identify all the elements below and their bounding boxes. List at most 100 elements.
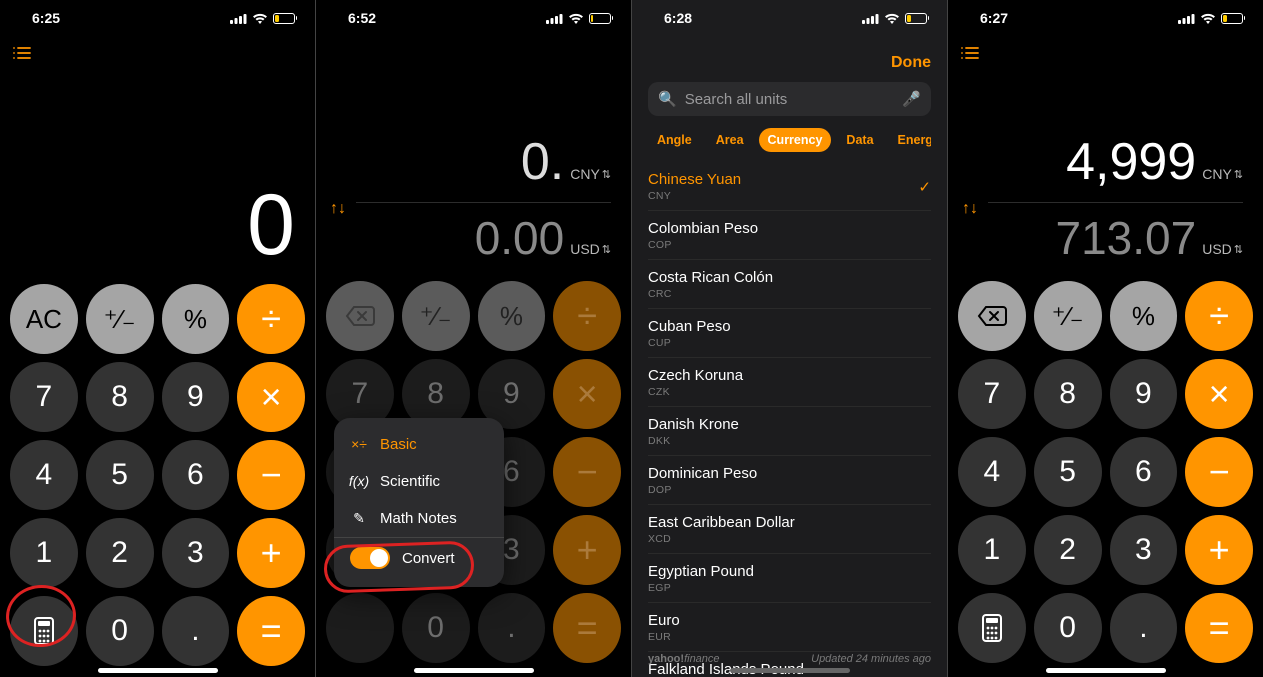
key-delete[interactable] <box>326 281 394 351</box>
key-mode-switch[interactable] <box>10 596 78 666</box>
menu-item-scientific[interactable]: f(x)Scientific <box>334 463 504 500</box>
key-percent[interactable]: % <box>478 281 546 351</box>
key-multiply[interactable]: × <box>1185 359 1253 429</box>
key-divide[interactable]: ÷ <box>237 284 305 354</box>
key-mode-switch[interactable] <box>326 593 394 663</box>
key-ac[interactable]: AC <box>10 284 78 354</box>
menu-item-convert[interactable]: Convert <box>334 537 504 579</box>
unit-row[interactable]: East Caribbean DollarXCD <box>648 505 931 554</box>
key-3[interactable]: 3 <box>1110 515 1178 585</box>
unit-row[interactable]: EuroEUR <box>648 603 931 652</box>
keypad: ⁺∕₋ % ÷ 7 8 9 × 4 5 6 − 1 2 3 + 0 . = <box>948 275 1263 673</box>
unit-row[interactable]: Cuban PesoCUP <box>648 309 931 358</box>
key-4[interactable]: 4 <box>958 437 1026 507</box>
key-multiply[interactable]: × <box>237 362 305 432</box>
key-6[interactable]: 6 <box>1110 437 1178 507</box>
primary-value[interactable]: 0. <box>521 132 564 192</box>
secondary-currency-picker[interactable]: USD⇅ <box>1202 241 1243 257</box>
secondary-value[interactable]: 0.00 <box>475 211 565 265</box>
key-plus[interactable]: + <box>553 515 621 585</box>
key-plus[interactable]: + <box>1185 515 1253 585</box>
primary-value[interactable]: 4,999 <box>1066 132 1196 192</box>
secondary-currency-picker[interactable]: USD⇅ <box>570 241 611 257</box>
category-area[interactable]: Area <box>707 128 753 152</box>
key-equals[interactable]: = <box>1185 593 1253 663</box>
unit-code: CRC <box>648 288 773 300</box>
key-divide[interactable]: ÷ <box>1185 281 1253 351</box>
done-button[interactable]: Done <box>648 54 931 82</box>
key-9[interactable]: 9 <box>162 362 230 432</box>
unit-row[interactable]: Dominican PesoDOP <box>648 456 931 505</box>
key-percent[interactable]: % <box>1110 281 1178 351</box>
search-field[interactable]: 🔍 Search all units 🎤 <box>648 82 931 116</box>
key-minus[interactable]: − <box>1185 437 1253 507</box>
menu-item-basic[interactable]: ×÷Basic <box>334 426 504 463</box>
key-0[interactable]: 0 <box>402 593 470 663</box>
category-angle[interactable]: Angle <box>648 128 701 152</box>
category-energy[interactable]: Energy <box>889 128 931 152</box>
key-0[interactable]: 0 <box>86 596 154 666</box>
key-5[interactable]: 5 <box>86 440 154 510</box>
unit-name: Colombian Peso <box>648 220 758 237</box>
primary-currency-picker[interactable]: CNY⇅ <box>1202 166 1243 182</box>
chevron-updown-icon: ⇅ <box>1234 168 1243 181</box>
unit-row[interactable]: Colombian PesoCOP <box>648 211 931 260</box>
key-9[interactable]: 9 <box>1110 359 1178 429</box>
key-decimal[interactable]: . <box>162 596 230 666</box>
unit-picker-screen: 6:28 13 Done 🔍 Search all units 🎤 AngleA… <box>632 0 947 677</box>
key-1[interactable]: 1 <box>958 515 1026 585</box>
key-7[interactable]: 7 <box>958 359 1026 429</box>
unit-row[interactable]: Costa Rican ColónCRC <box>648 260 931 309</box>
key-minus[interactable]: − <box>553 437 621 507</box>
calculator-menu-screen: 6:52 9 0. CNY⇅ ↑↓ 0.00 USD⇅ ⁺∕₋ % ÷ 7 8 … <box>316 0 631 677</box>
key-plus-minus[interactable]: ⁺∕₋ <box>1034 281 1102 351</box>
unit-list[interactable]: Chinese YuanCNY✓Colombian PesoCOPCosta R… <box>632 162 947 677</box>
history-list-button[interactable] <box>12 46 32 60</box>
key-6[interactable]: 6 <box>162 440 230 510</box>
home-indicator[interactable] <box>414 668 534 673</box>
key-divide[interactable]: ÷ <box>553 281 621 351</box>
swap-icon[interactable]: ↑↓ <box>330 200 346 218</box>
key-5[interactable]: 5 <box>1034 437 1102 507</box>
key-equals[interactable]: = <box>237 596 305 666</box>
unit-row[interactable]: Chinese YuanCNY✓ <box>648 162 931 211</box>
unit-code: EGP <box>648 582 754 594</box>
category-data[interactable]: Data <box>837 128 882 152</box>
fx-icon: f(x) <box>350 473 368 489</box>
key-1[interactable]: 1 <box>10 518 78 588</box>
home-indicator[interactable] <box>98 668 218 673</box>
swap-icon[interactable]: ↑↓ <box>962 200 978 218</box>
key-8[interactable]: 8 <box>1034 359 1102 429</box>
key-0[interactable]: 0 <box>1034 593 1102 663</box>
key-7[interactable]: 7 <box>10 362 78 432</box>
key-2[interactable]: 2 <box>86 518 154 588</box>
key-multiply[interactable]: × <box>553 359 621 429</box>
key-decimal[interactable]: . <box>1110 593 1178 663</box>
key-delete[interactable] <box>958 281 1026 351</box>
key-mode-switch[interactable] <box>958 593 1026 663</box>
history-list-button[interactable] <box>960 46 980 60</box>
key-plus-minus[interactable]: ⁺∕₋ <box>86 284 154 354</box>
key-3[interactable]: 3 <box>162 518 230 588</box>
home-indicator[interactable] <box>1046 668 1166 673</box>
secondary-value[interactable]: 713.07 <box>1056 211 1197 265</box>
convert-toggle[interactable] <box>350 547 390 569</box>
key-4[interactable]: 4 <box>10 440 78 510</box>
key-plus[interactable]: + <box>237 518 305 588</box>
unit-row[interactable]: Czech KorunaCZK <box>648 358 931 407</box>
key-8[interactable]: 8 <box>86 362 154 432</box>
cellular-icon <box>230 13 247 24</box>
unit-row[interactable]: Egyptian PoundEGP <box>648 554 931 603</box>
unit-row[interactable]: Danish KroneDKK <box>648 407 931 456</box>
key-equals[interactable]: = <box>553 593 621 663</box>
key-plus-minus[interactable]: ⁺∕₋ <box>402 281 470 351</box>
home-indicator[interactable] <box>730 668 850 673</box>
key-percent[interactable]: % <box>162 284 230 354</box>
key-decimal[interactable]: . <box>478 593 546 663</box>
key-2[interactable]: 2 <box>1034 515 1102 585</box>
primary-currency-picker[interactable]: CNY⇅ <box>570 166 611 182</box>
mic-icon[interactable]: 🎤 <box>902 90 921 108</box>
category-currency[interactable]: Currency <box>759 128 832 152</box>
key-minus[interactable]: − <box>237 440 305 510</box>
menu-item-math-notes[interactable]: ✎Math Notes <box>334 500 504 537</box>
